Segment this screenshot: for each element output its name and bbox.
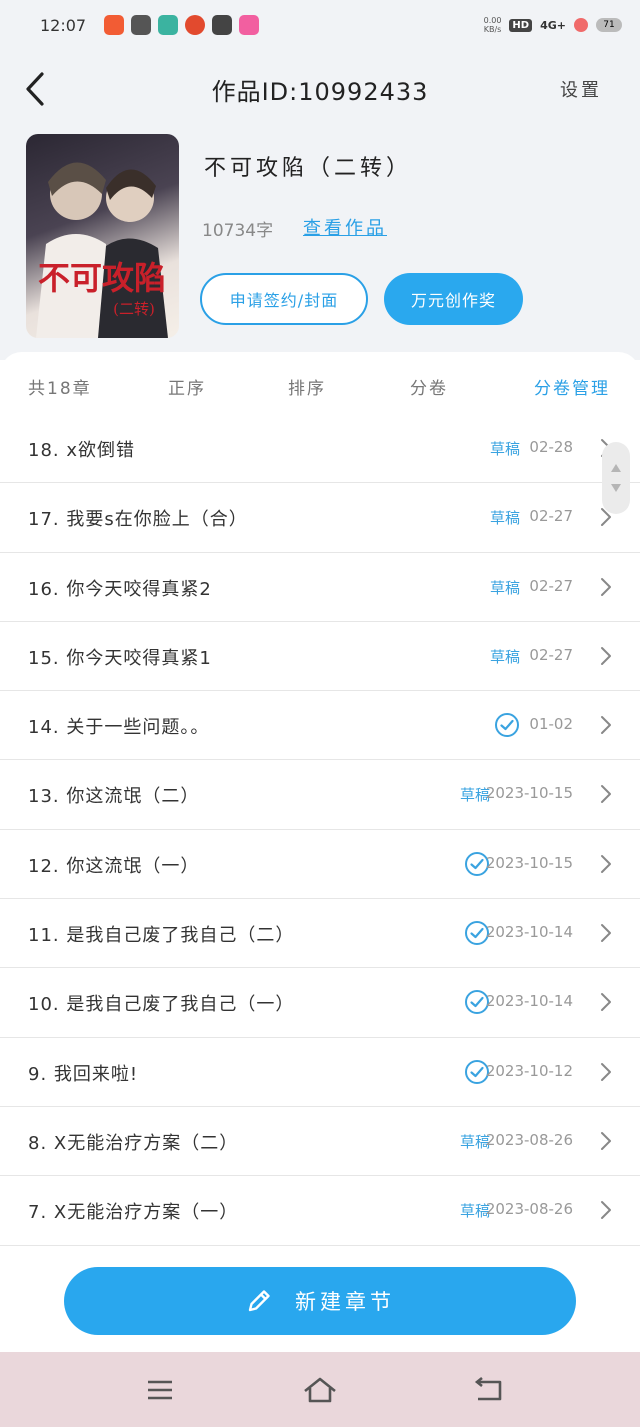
draft-status-label: 草稿 bbox=[489, 509, 520, 528]
status-right: 0.00 KB/s HD 4G+ 71 bbox=[484, 16, 622, 34]
creation-award-button[interactable]: 万元创作奖 bbox=[384, 273, 523, 325]
status-bar: 12:07 0.00 KB/s HD 4G+ 71 bbox=[0, 0, 640, 50]
chapter-title: 13. 你这流氓（二） bbox=[28, 786, 200, 808]
chapter-row[interactable]: 15. 你今天咬得真紧1 草稿 02-27 bbox=[0, 622, 640, 692]
return-icon bbox=[474, 1376, 502, 1401]
chapter-title: 12. 你这流氓（一） bbox=[28, 855, 200, 877]
chapter-title: 10. 是我自己废了我自己（一） bbox=[28, 994, 295, 1016]
hd-badge: HD bbox=[509, 18, 533, 32]
record-icon bbox=[574, 18, 588, 32]
cover-illustration: 不可攻陷 (二转) bbox=[36, 162, 168, 338]
fan-app-icon bbox=[131, 15, 152, 35]
book-title: 不可攻陷（二转） bbox=[204, 156, 413, 181]
chapter-title: 7. X无能治疗方案（一） bbox=[28, 1202, 239, 1224]
chevron-right-icon bbox=[601, 785, 611, 804]
bag-app-icon bbox=[212, 15, 233, 35]
top-nav: 作品ID:10992433 设置 bbox=[0, 50, 640, 128]
battery-icon: 71 bbox=[596, 18, 622, 32]
chapter-row[interactable]: 12. 你这流氓（一） 2023-10-15 bbox=[0, 830, 640, 900]
net-speed: 0.00 KB/s bbox=[483, 16, 502, 34]
settings-button[interactable]: 设置 bbox=[560, 76, 602, 102]
lofter-app-icon bbox=[239, 15, 260, 35]
apply-contract-button[interactable]: 申请签约/封面 bbox=[200, 273, 368, 325]
status-time: 12:07 bbox=[40, 15, 87, 35]
chapter-row[interactable]: 10. 是我自己废了我自己（一） 2023-10-14 bbox=[0, 968, 640, 1038]
chevron-right-icon bbox=[601, 854, 611, 873]
svg-text:(二转): (二转) bbox=[113, 300, 155, 318]
chapter-title: 15. 你今天咬得真紧1 bbox=[28, 647, 212, 669]
draft-status-label: 草稿 bbox=[489, 440, 520, 458]
notification-icons bbox=[104, 15, 260, 35]
chapter-count: 共18章 bbox=[28, 379, 92, 399]
new-chapter-label: 新建章节 bbox=[295, 1290, 395, 1314]
chapter-row[interactable]: 8. X无能治疗方案（二） 草稿 2023-08-26 bbox=[0, 1107, 640, 1177]
chapter-row[interactable]: 14. 关于一些问题。。 01-02 bbox=[0, 691, 640, 761]
sort-button[interactable]: 排序 bbox=[288, 374, 326, 399]
scroll-handle[interactable] bbox=[602, 442, 630, 514]
system-nav-bar bbox=[0, 1352, 640, 1427]
chapter-date: 2023-10-14 bbox=[485, 923, 573, 942]
chapter-date: 2023-10-15 bbox=[485, 784, 573, 803]
chapter-row[interactable]: 7. X无能治疗方案（一） 草稿 2023-08-26 bbox=[0, 1176, 640, 1246]
chapter-row[interactable]: 16. 你今天咬得真紧2 草稿 02-27 bbox=[0, 553, 640, 622]
book-header: 不可攻陷 (二转) 不可攻陷（二转） 10734字 查看作品 申请签约/封面 万… bbox=[0, 128, 640, 360]
chapter-row[interactable]: 18. x欲倒错 草稿 02-28 bbox=[0, 414, 640, 484]
chapter-date: 2023-08-26 bbox=[485, 1130, 573, 1149]
chapter-date: 2023-08-26 bbox=[485, 1200, 573, 1219]
chapter-date: 2023-10-12 bbox=[485, 1061, 573, 1080]
chapter-toolbar: 共18章 正序 排序 分卷 分卷管理 bbox=[0, 352, 640, 414]
chapter-date: 02-27 bbox=[529, 645, 573, 664]
chapter-row[interactable]: 17. 我要s在你脸上（合） 草稿 02-27 bbox=[0, 483, 640, 553]
chapter-title: 18. x欲倒错 bbox=[28, 440, 135, 461]
book-cover: 不可攻陷 (二转) bbox=[26, 134, 179, 338]
chevron-right-icon bbox=[601, 1131, 611, 1150]
chapter-date: 2023-10-14 bbox=[485, 992, 573, 1011]
chapter-date: 02-27 bbox=[529, 507, 573, 526]
menu-nav-button[interactable] bbox=[142, 1374, 178, 1406]
page-title: 作品ID:10992433 bbox=[211, 78, 429, 106]
draft-status-label: 草稿 bbox=[489, 647, 520, 666]
draft-status-label: 草稿 bbox=[489, 578, 520, 597]
chapter-title: 16. 你今天咬得真紧2 bbox=[28, 578, 212, 600]
chapter-title: 11. 是我自己废了我自己（二） bbox=[28, 925, 295, 947]
chevron-right-icon bbox=[601, 716, 611, 735]
chapter-title: 9. 我回来啦! bbox=[28, 1063, 139, 1085]
chevron-right-icon bbox=[601, 646, 611, 665]
chapter-date: 01-02 bbox=[529, 715, 573, 734]
published-check-icon bbox=[495, 713, 519, 738]
chapter-row[interactable]: 11. 是我自己废了我自己（二） 2023-10-14 bbox=[0, 899, 640, 969]
chapter-date: 02-27 bbox=[529, 576, 573, 595]
volume-manage-button[interactable]: 分卷管理 bbox=[534, 374, 610, 399]
home-nav-button[interactable] bbox=[302, 1374, 338, 1406]
chapter-title: 14. 关于一些问题。。 bbox=[28, 717, 210, 739]
signal-icon: 4G+ bbox=[540, 18, 566, 32]
pencil-icon bbox=[248, 1290, 270, 1312]
word-count: 10734字 bbox=[202, 221, 274, 241]
chapter-date: 2023-10-15 bbox=[485, 853, 573, 872]
chapter-title: 17. 我要s在你脸上（合） bbox=[28, 509, 248, 531]
scroll-arrows-icon bbox=[611, 464, 621, 492]
app-notification-icon bbox=[104, 15, 125, 35]
hat-app-icon bbox=[185, 15, 206, 35]
chapter-title: 8. X无能治疗方案（二） bbox=[28, 1132, 239, 1154]
chevron-right-icon bbox=[601, 577, 611, 596]
chevron-right-icon bbox=[601, 1062, 611, 1081]
order-toggle[interactable]: 正序 bbox=[168, 374, 206, 399]
view-work-link[interactable]: 查看作品 bbox=[303, 214, 387, 240]
wifi-app-icon bbox=[158, 15, 179, 35]
chevron-right-icon bbox=[601, 993, 611, 1012]
menu-icon bbox=[148, 1380, 172, 1400]
chapter-row[interactable]: 9. 我回来啦! 2023-10-12 bbox=[0, 1038, 640, 1107]
chapter-list: 18. x欲倒错 草稿 02-28 17. 我要s在你脸上（合） 草稿 02-27 16. … bbox=[0, 414, 640, 1246]
cover-title-text: 不可攻陷 bbox=[38, 259, 166, 297]
chevron-right-icon bbox=[601, 924, 611, 943]
chapter-row[interactable]: 13. 你这流氓（二） 草稿 2023-10-15 bbox=[0, 760, 640, 830]
home-icon bbox=[304, 1377, 336, 1403]
new-chapter-button[interactable]: 新建章节 bbox=[64, 1267, 576, 1335]
chevron-right-icon bbox=[601, 1201, 611, 1220]
chapter-date: 02-28 bbox=[529, 438, 573, 456]
chapter-panel: 共18章 正序 排序 分卷 分卷管理 18. x欲倒错 草稿 02-28 17. 我要… bbox=[0, 352, 640, 1352]
back-nav-button[interactable] bbox=[470, 1374, 506, 1406]
volume-button[interactable]: 分卷 bbox=[410, 374, 448, 399]
